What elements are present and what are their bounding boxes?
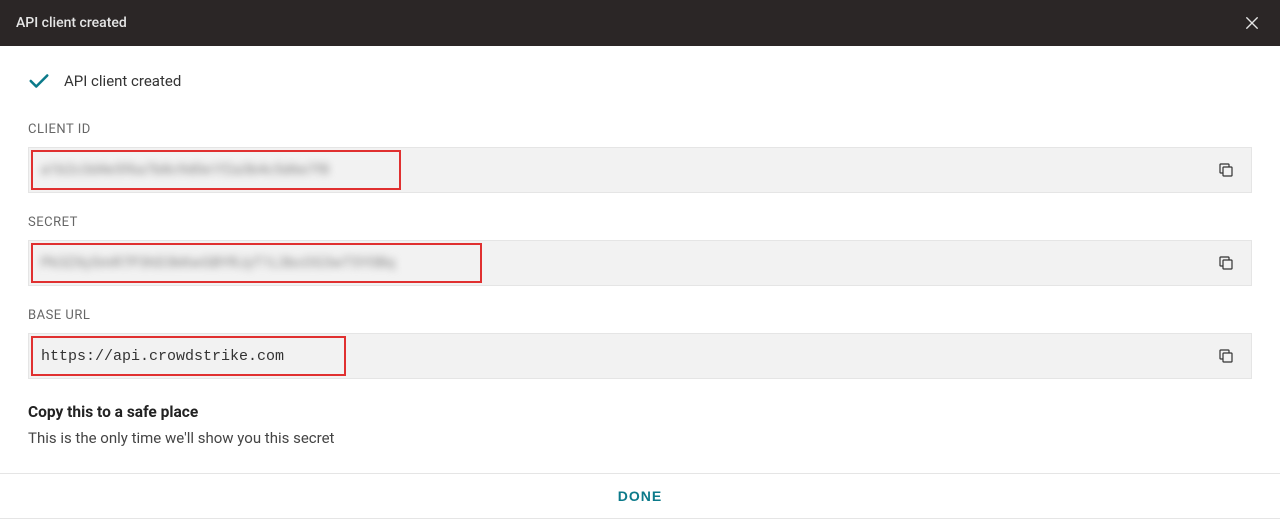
copy-icon [1217, 161, 1235, 179]
secret-label: SECRET [28, 215, 1252, 230]
client-id-box: a1b2c3d4e5f6a7b8c9d0e1f2a3b4c5d6e7f8 [28, 147, 1252, 193]
base-url-box: https://api.crowdstrike.com [28, 333, 1252, 379]
client-id-value: a1b2c3d4e5f6a7b8c9d0e1f2a3b4c5d6e7f8 [41, 162, 330, 178]
dialog-content: API client created CLIENT ID a1b2c3d4e5f… [0, 46, 1280, 447]
close-icon [1243, 14, 1261, 32]
close-button[interactable] [1240, 11, 1264, 35]
copy-client-id-button[interactable] [1215, 159, 1237, 181]
base-url-field: BASE URL https://api.crowdstrike.com [28, 308, 1252, 379]
dialog-title: API client created [16, 15, 127, 31]
copy-icon [1217, 254, 1235, 272]
success-message: API client created [28, 70, 1252, 92]
client-id-label: CLIENT ID [28, 122, 1252, 137]
secret-value: Pk3ZXy5mR7P3hD3kKwGBYRJyT1L3bcOG3wT5Y0Bq [41, 255, 395, 271]
copy-base-url-button[interactable] [1215, 345, 1237, 367]
dialog-footer: DONE [0, 473, 1280, 519]
checkmark-icon [28, 70, 50, 92]
copy-secret-button[interactable] [1215, 252, 1237, 274]
dialog-header: API client created [0, 0, 1280, 46]
safe-place-text: This is the only time we'll show you thi… [28, 429, 1252, 447]
base-url-label: BASE URL [28, 308, 1252, 323]
copy-icon [1217, 347, 1235, 365]
done-button[interactable]: DONE [618, 488, 662, 504]
success-text: API client created [64, 72, 181, 90]
secret-box: Pk3ZXy5mR7P3hD3kKwGBYRJyT1L3bcOG3wT5Y0Bq [28, 240, 1252, 286]
secret-field: SECRET Pk3ZXy5mR7P3hD3kKwGBYRJyT1L3bcOG3… [28, 215, 1252, 286]
base-url-value: https://api.crowdstrike.com [41, 348, 284, 365]
client-id-field: CLIENT ID a1b2c3d4e5f6a7b8c9d0e1f2a3b4c5… [28, 122, 1252, 193]
safe-place-heading: Copy this to a safe place [28, 403, 1252, 421]
